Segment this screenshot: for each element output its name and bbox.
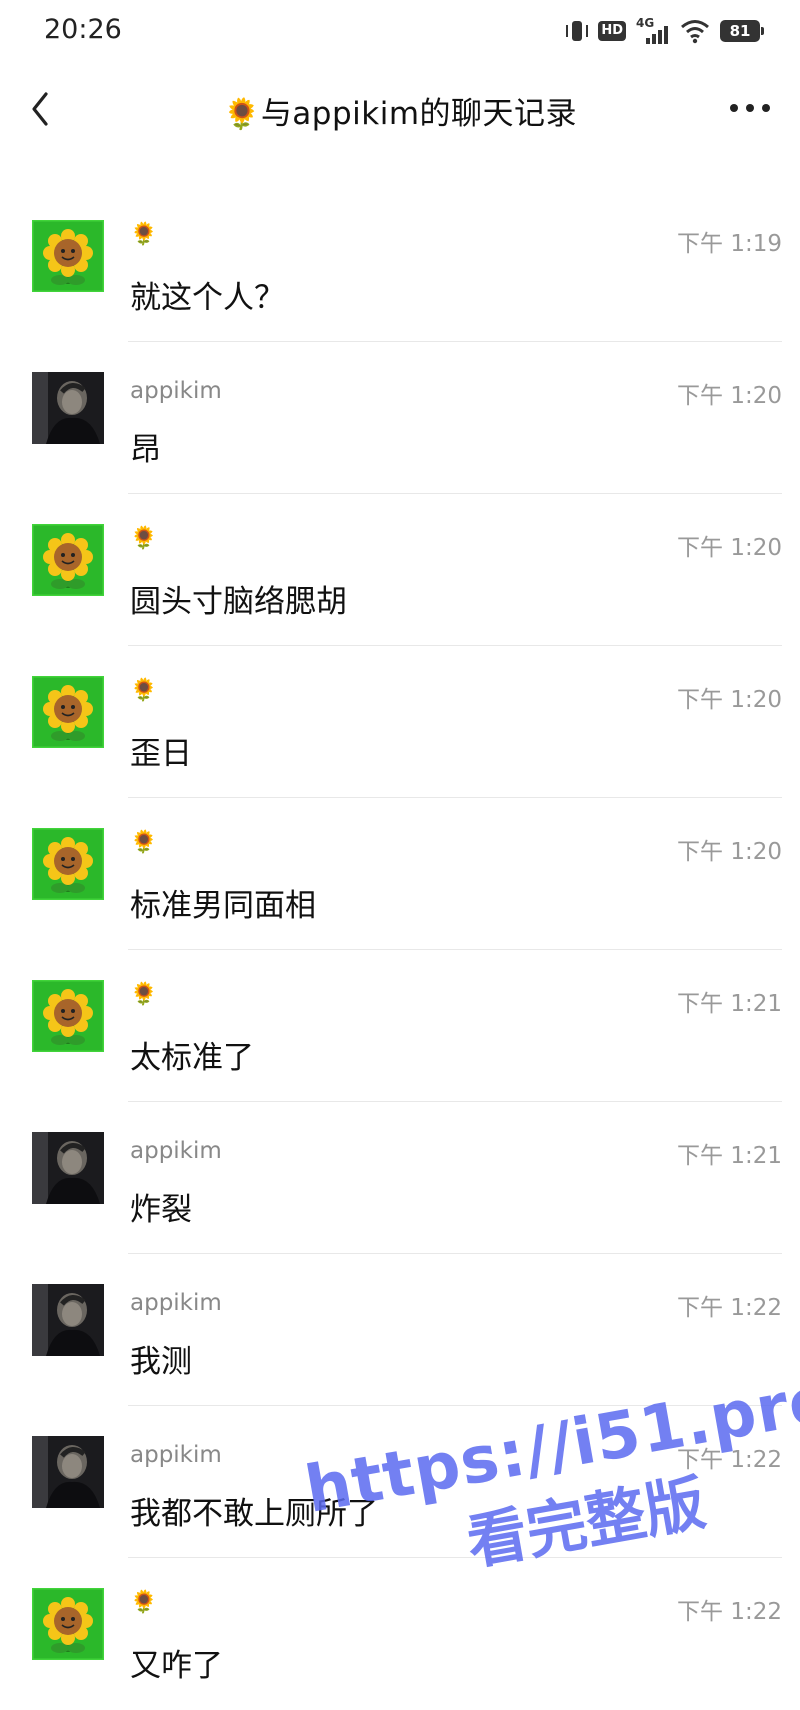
message-time: 下午 1:19 <box>677 231 782 257</box>
wifi-icon <box>681 20 709 44</box>
message-text: 标准男同面相 <box>130 888 316 924</box>
message-sender: 🌻 <box>130 526 158 551</box>
battery-icon: 81 <box>720 20 764 42</box>
message-sender: 🌻 <box>130 678 158 703</box>
message-row[interactable]: appikim 下午 1:20 昂 <box>0 342 800 494</box>
message-sender: appikim <box>130 378 222 404</box>
message-row[interactable]: appikim 下午 1:22 我测 <box>0 1254 800 1406</box>
message-text: 昂 <box>130 432 161 468</box>
message-row[interactable]: appikim 下午 1:21 炸裂 <box>0 1102 800 1254</box>
appikim-avatar[interactable] <box>32 372 104 444</box>
message-time: 下午 1:22 <box>677 1599 782 1625</box>
message-text: 我测 <box>130 1344 192 1380</box>
message-row[interactable]: appikim 下午 1:22 我都不敢上厕所了 <box>0 1406 800 1558</box>
hd-icon: HD <box>598 21 626 41</box>
message-time: 下午 1:20 <box>677 535 782 561</box>
sunflower-avatar[interactable] <box>32 828 104 900</box>
message-text: 我都不敢上厕所了 <box>130 1496 378 1532</box>
message-sender: 🌻 <box>130 1590 158 1615</box>
sunflower-avatar[interactable] <box>32 1588 104 1660</box>
message-list: 🌻 下午 1:19 就这个人？ appikim 下午 1:20 昂 🌻 下午 1:20 圆头… <box>0 190 800 1710</box>
page-title: 🌻与appikim的聊天记录 <box>0 88 800 133</box>
sunflower-avatar[interactable] <box>32 524 104 596</box>
sunflower-avatar[interactable] <box>32 980 104 1052</box>
more-dots-icon <box>730 104 738 112</box>
message-time: 下午 1:22 <box>677 1295 782 1321</box>
message-sender: appikim <box>130 1290 222 1316</box>
message-time: 下午 1:20 <box>677 383 782 409</box>
sunflower-avatar[interactable] <box>32 676 104 748</box>
message-row[interactable]: 🌻 下午 1:22 又咋了 <box>0 1558 800 1710</box>
sunflower-icon: 🌻 <box>222 97 261 132</box>
message-text: 炸裂 <box>130 1192 192 1228</box>
status-icons: HD 4G 81 <box>566 16 764 46</box>
message-row[interactable]: 🌻 下午 1:21 太标准了 <box>0 950 800 1102</box>
message-text: 就这个人？ <box>130 280 285 316</box>
message-text: 圆头寸脑络腮胡 <box>130 584 347 620</box>
status-bar: 20:26 HD 4G 81 <box>0 0 800 64</box>
appikim-avatar[interactable] <box>32 1284 104 1356</box>
signal-icon: 4G <box>636 16 670 44</box>
appikim-avatar[interactable] <box>32 1436 104 1508</box>
message-sender: 🌻 <box>130 830 158 855</box>
message-row[interactable]: 🌻 下午 1:20 圆头寸脑络腮胡 <box>0 494 800 646</box>
message-row[interactable]: 🌻 下午 1:20 歪日 <box>0 646 800 798</box>
message-row[interactable]: 🌻 下午 1:20 标准男同面相 <box>0 798 800 950</box>
chat-history-header: 🌻与appikim的聊天记录 <box>0 64 800 174</box>
message-text: 又咋了 <box>130 1648 223 1684</box>
appikim-avatar[interactable] <box>32 1132 104 1204</box>
sunflower-avatar[interactable] <box>32 220 104 292</box>
message-row[interactable]: 🌻 下午 1:19 就这个人？ <box>0 190 800 342</box>
vibrate-icon <box>566 20 589 42</box>
message-time: 下午 1:21 <box>677 991 782 1017</box>
message-sender: appikim <box>130 1442 222 1468</box>
message-time: 下午 1:22 <box>677 1447 782 1473</box>
more-button[interactable] <box>730 104 770 112</box>
message-time: 下午 1:20 <box>677 687 782 713</box>
status-time: 20:26 <box>44 14 122 45</box>
message-time: 下午 1:20 <box>677 839 782 865</box>
message-sender: 🌻 <box>130 222 158 247</box>
message-sender: 🌻 <box>130 982 158 1007</box>
page-title-text: 与appikim的聊天记录 <box>260 96 578 132</box>
message-text: 太标准了 <box>130 1040 254 1076</box>
message-sender: appikim <box>130 1138 222 1164</box>
message-text: 歪日 <box>130 736 192 772</box>
message-time: 下午 1:21 <box>677 1143 782 1169</box>
